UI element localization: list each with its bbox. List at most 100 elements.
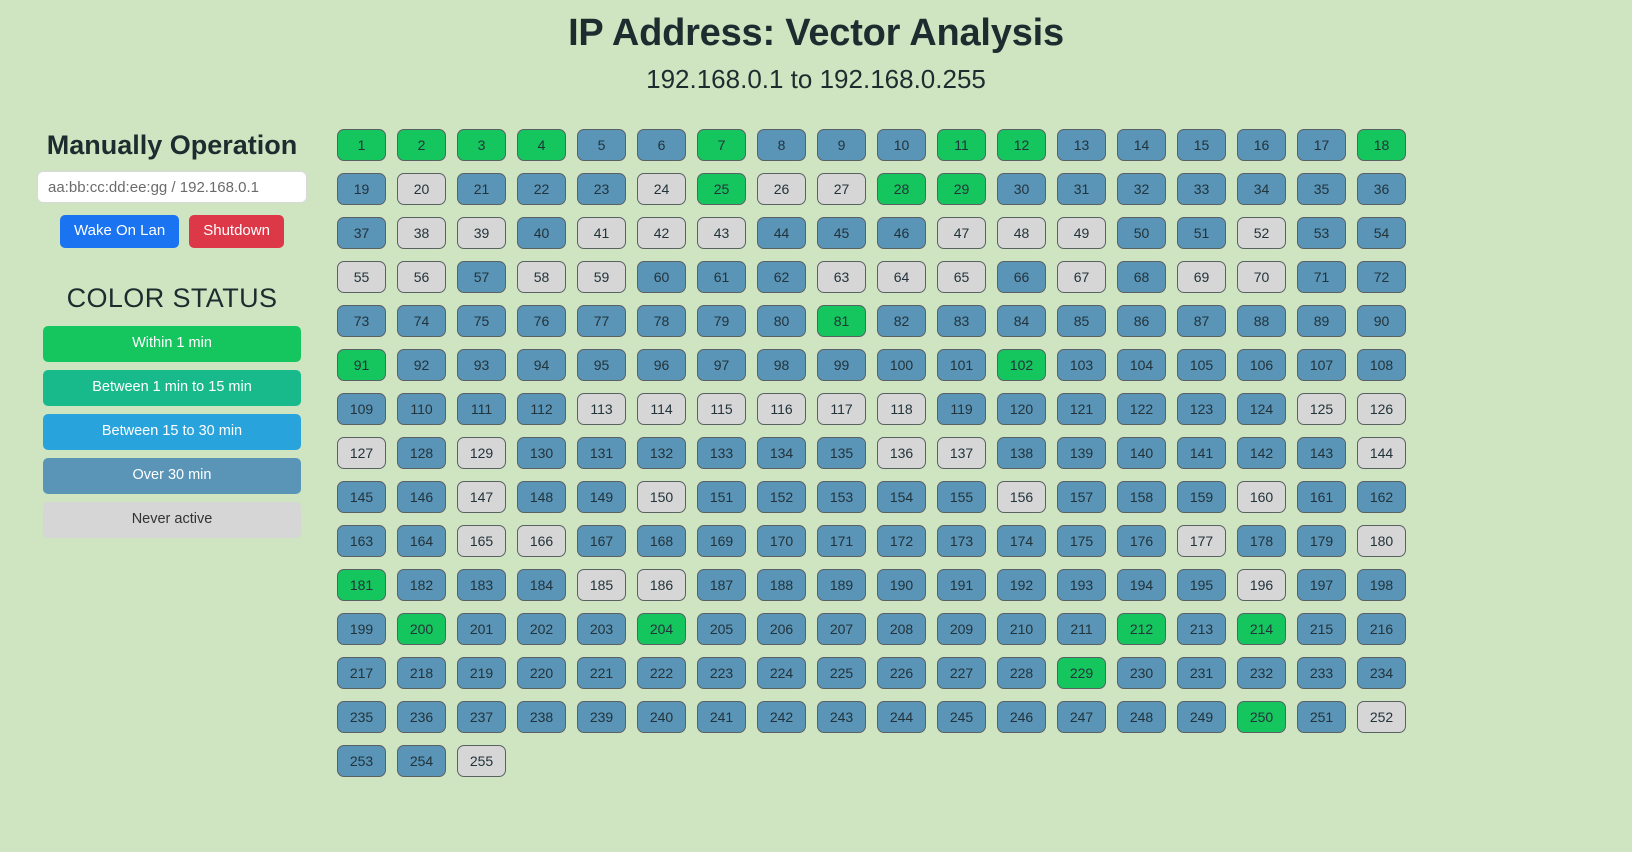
ip-cell[interactable]: 177 (1177, 524, 1226, 557)
ip-cell[interactable]: 40 (517, 216, 566, 249)
ip-cell[interactable]: 191 (937, 568, 986, 601)
ip-cell[interactable]: 23 (577, 172, 626, 205)
ip-cell[interactable]: 66 (997, 260, 1046, 293)
ip-cell[interactable]: 246 (997, 700, 1046, 733)
ip-cell[interactable]: 115 (697, 392, 746, 425)
ip-cell[interactable]: 142 (1237, 436, 1286, 469)
ip-cell[interactable]: 181 (337, 568, 386, 601)
ip-cell[interactable]: 216 (1357, 612, 1406, 645)
ip-cell[interactable]: 179 (1297, 524, 1346, 557)
ip-cell[interactable]: 226 (877, 656, 926, 689)
ip-cell[interactable]: 37 (337, 216, 386, 249)
ip-cell[interactable]: 131 (577, 436, 626, 469)
ip-cell[interactable]: 53 (1297, 216, 1346, 249)
ip-cell[interactable]: 102 (997, 348, 1046, 381)
ip-cell[interactable]: 158 (1117, 480, 1166, 513)
ip-cell[interactable]: 28 (877, 172, 926, 205)
ip-cell[interactable]: 171 (817, 524, 866, 557)
ip-cell[interactable]: 103 (1057, 348, 1106, 381)
ip-cell[interactable]: 164 (397, 524, 446, 557)
ip-cell[interactable]: 233 (1297, 656, 1346, 689)
ip-cell[interactable]: 128 (397, 436, 446, 469)
ip-cell[interactable]: 161 (1297, 480, 1346, 513)
ip-cell[interactable]: 112 (517, 392, 566, 425)
ip-cell[interactable]: 225 (817, 656, 866, 689)
ip-cell[interactable]: 81 (817, 304, 866, 337)
ip-cell[interactable]: 248 (1117, 700, 1166, 733)
ip-cell[interactable]: 38 (397, 216, 446, 249)
ip-cell[interactable]: 229 (1057, 656, 1106, 689)
ip-cell[interactable]: 63 (817, 260, 866, 293)
ip-cell[interactable]: 91 (337, 348, 386, 381)
ip-cell[interactable]: 159 (1177, 480, 1226, 513)
ip-cell[interactable]: 105 (1177, 348, 1226, 381)
ip-cell[interactable]: 222 (637, 656, 686, 689)
ip-cell[interactable]: 198 (1357, 568, 1406, 601)
ip-cell[interactable]: 90 (1357, 304, 1406, 337)
ip-cell[interactable]: 228 (997, 656, 1046, 689)
ip-cell[interactable]: 70 (1237, 260, 1286, 293)
ip-cell[interactable]: 155 (937, 480, 986, 513)
ip-cell[interactable]: 162 (1357, 480, 1406, 513)
ip-cell[interactable]: 71 (1297, 260, 1346, 293)
ip-cell[interactable]: 199 (337, 612, 386, 645)
ip-cell[interactable]: 7 (697, 128, 746, 161)
ip-cell[interactable]: 96 (637, 348, 686, 381)
ip-cell[interactable]: 123 (1177, 392, 1226, 425)
ip-cell[interactable]: 237 (457, 700, 506, 733)
ip-cell[interactable]: 3 (457, 128, 506, 161)
ip-cell[interactable]: 141 (1177, 436, 1226, 469)
ip-cell[interactable]: 144 (1357, 436, 1406, 469)
ip-cell[interactable]: 25 (697, 172, 746, 205)
ip-cell[interactable]: 143 (1297, 436, 1346, 469)
ip-cell[interactable]: 160 (1237, 480, 1286, 513)
ip-cell[interactable]: 167 (577, 524, 626, 557)
ip-cell[interactable]: 111 (457, 392, 506, 425)
ip-cell[interactable]: 206 (757, 612, 806, 645)
ip-cell[interactable]: 152 (757, 480, 806, 513)
ip-cell[interactable]: 50 (1117, 216, 1166, 249)
ip-cell[interactable]: 31 (1057, 172, 1106, 205)
ip-cell[interactable]: 184 (517, 568, 566, 601)
ip-cell[interactable]: 41 (577, 216, 626, 249)
ip-cell[interactable]: 116 (757, 392, 806, 425)
ip-cell[interactable]: 153 (817, 480, 866, 513)
ip-cell[interactable]: 55 (337, 260, 386, 293)
ip-cell[interactable]: 148 (517, 480, 566, 513)
ip-cell[interactable]: 165 (457, 524, 506, 557)
ip-cell[interactable]: 47 (937, 216, 986, 249)
ip-cell[interactable]: 72 (1357, 260, 1406, 293)
ip-cell[interactable]: 88 (1237, 304, 1286, 337)
ip-cell[interactable]: 43 (697, 216, 746, 249)
ip-cell[interactable]: 254 (397, 744, 446, 777)
ip-cell[interactable]: 18 (1357, 128, 1406, 161)
ip-cell[interactable]: 170 (757, 524, 806, 557)
ip-cell[interactable]: 114 (637, 392, 686, 425)
ip-cell[interactable]: 93 (457, 348, 506, 381)
ip-cell[interactable]: 238 (517, 700, 566, 733)
ip-cell[interactable]: 35 (1297, 172, 1346, 205)
ip-cell[interactable]: 163 (337, 524, 386, 557)
ip-cell[interactable]: 239 (577, 700, 626, 733)
ip-cell[interactable]: 236 (397, 700, 446, 733)
ip-cell[interactable]: 251 (1297, 700, 1346, 733)
ip-cell[interactable]: 196 (1237, 568, 1286, 601)
ip-cell[interactable]: 120 (997, 392, 1046, 425)
ip-cell[interactable]: 157 (1057, 480, 1106, 513)
ip-cell[interactable]: 74 (397, 304, 446, 337)
ip-cell[interactable]: 149 (577, 480, 626, 513)
ip-cell[interactable]: 98 (757, 348, 806, 381)
ip-cell[interactable]: 252 (1357, 700, 1406, 733)
ip-cell[interactable]: 150 (637, 480, 686, 513)
ip-cell[interactable]: 215 (1297, 612, 1346, 645)
ip-cell[interactable]: 122 (1117, 392, 1166, 425)
ip-cell[interactable]: 204 (637, 612, 686, 645)
ip-cell[interactable]: 30 (997, 172, 1046, 205)
ip-cell[interactable]: 140 (1117, 436, 1166, 469)
ip-cell[interactable]: 224 (757, 656, 806, 689)
ip-cell[interactable]: 101 (937, 348, 986, 381)
ip-cell[interactable]: 178 (1237, 524, 1286, 557)
ip-cell[interactable]: 51 (1177, 216, 1226, 249)
ip-cell[interactable]: 223 (697, 656, 746, 689)
ip-cell[interactable]: 62 (757, 260, 806, 293)
